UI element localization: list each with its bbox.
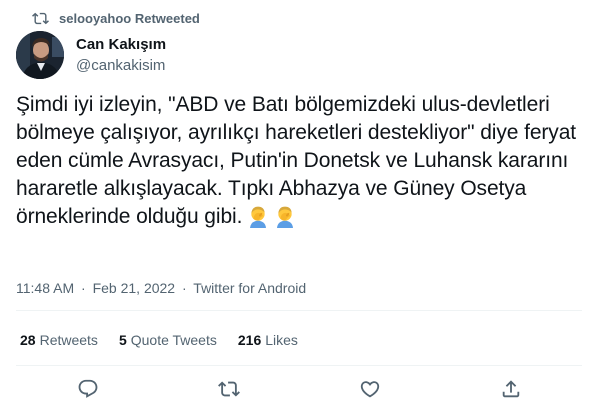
reply-icon[interactable] (77, 378, 99, 400)
engagement-stats: 28 Retweets 5 Quote Tweets 216 Likes (20, 331, 319, 349)
retweet-context-text[interactable]: selooyahoo Retweeted (59, 11, 200, 26)
emoji-group (246, 204, 300, 236)
quote-tweets-label: Quote Tweets (130, 332, 217, 348)
like-icon[interactable] (359, 378, 381, 400)
tweet-card: selooyahoo Retweeted Can Kakışım @cankak… (0, 0, 598, 413)
divider (16, 310, 582, 311)
divider (16, 365, 582, 366)
tweet-date[interactable]: Feb 21, 2022 (93, 280, 176, 296)
retweets-label: Retweets (39, 332, 98, 348)
retweet-icon[interactable] (218, 378, 240, 400)
man-facepalming-emoji (246, 204, 270, 228)
man-facepalming-emoji (273, 204, 297, 228)
tweet-time[interactable]: 11:48 AM (16, 280, 74, 296)
retweets-stat[interactable]: 28 Retweets (20, 331, 98, 349)
quote-tweets-count: 5 (118, 332, 127, 348)
meta-separator: · (81, 280, 86, 296)
likes-stat[interactable]: 216 Likes (238, 331, 298, 349)
retweet-icon (32, 10, 49, 27)
retweet-context: selooyahoo Retweeted (32, 9, 200, 27)
author: Can Kakışım @cankakisim (76, 35, 166, 76)
tweet-text-container: Şimdi iyi izleyin, "ABD ve Batı bölgemiz… (16, 91, 582, 236)
likes-label: Likes (265, 332, 298, 348)
meta-separator: · (181, 280, 187, 296)
tweet-source[interactable]: Twitter for Android (193, 280, 306, 296)
share-icon[interactable] (500, 378, 522, 400)
retweets-count: 28 (20, 332, 36, 348)
tweet-meta: 11:48 AM · Feb 21, 2022 · Twitter for An… (16, 278, 306, 298)
avatar[interactable] (16, 31, 64, 79)
action-bar (0, 376, 598, 402)
author-name[interactable]: Can Kakışım (76, 35, 166, 55)
quote-tweets-stat[interactable]: 5 Quote Tweets (119, 331, 217, 349)
likes-count: 216 (237, 332, 262, 348)
author-handle[interactable]: @cankakisim (76, 56, 166, 76)
